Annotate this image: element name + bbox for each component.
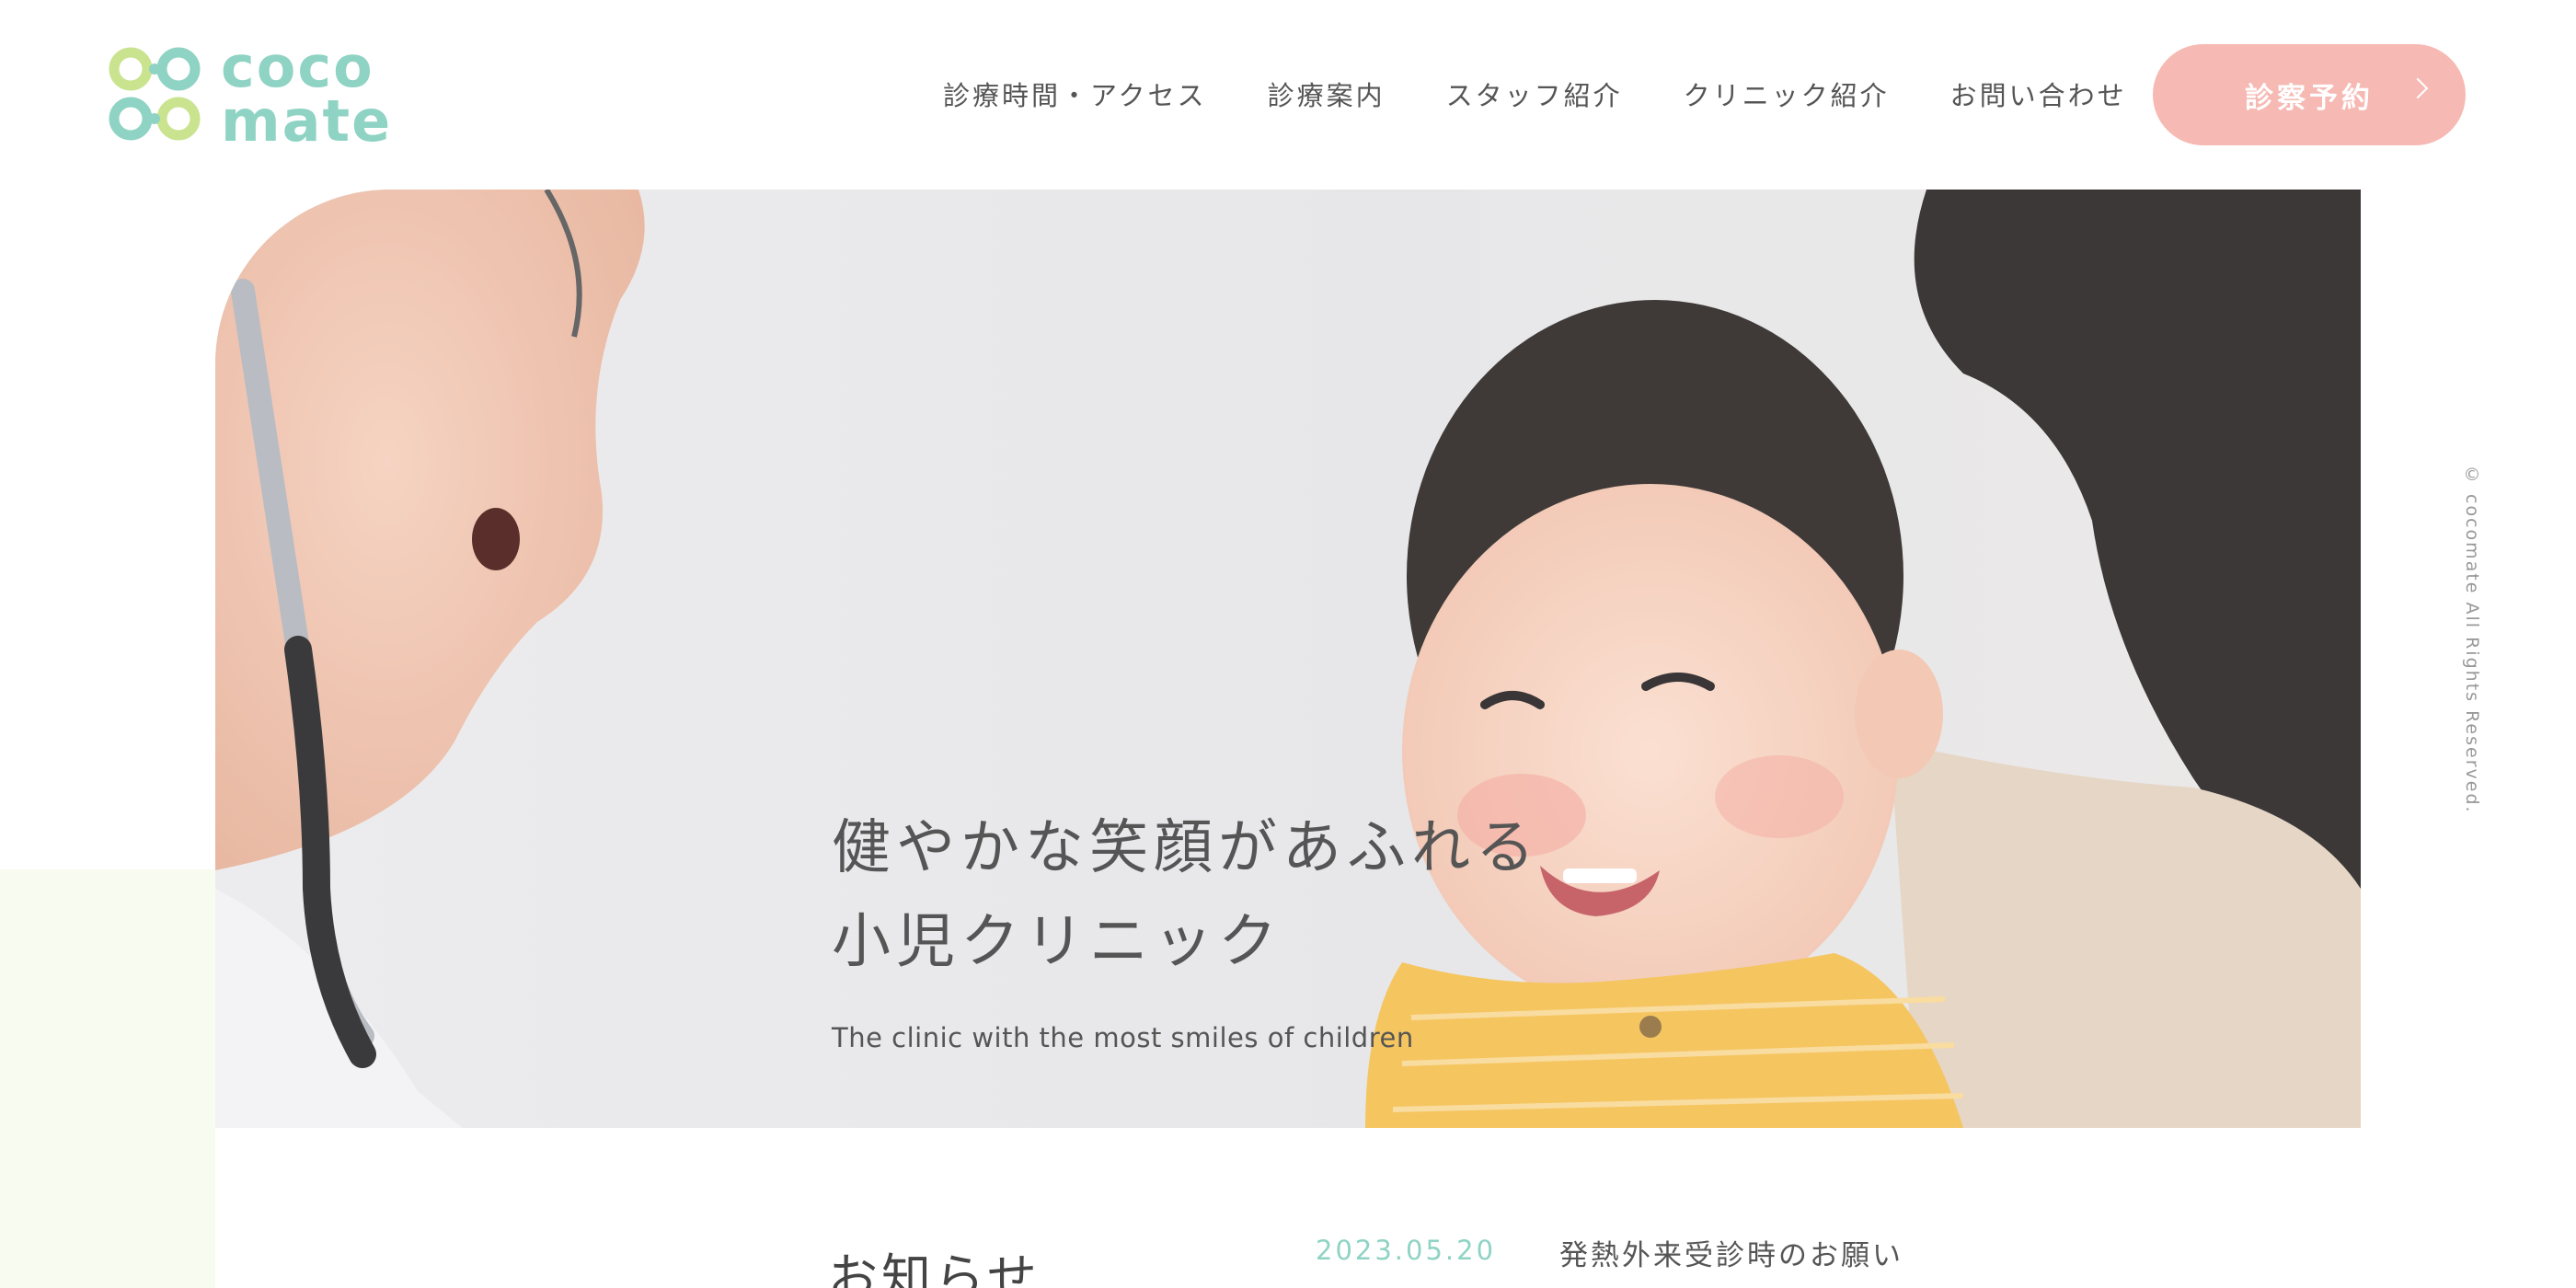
nav-contact[interactable]: お問い合わせ [1950, 75, 2127, 116]
hero-title: 健やかな笑顔があふれる 小児クリニック [832, 801, 1540, 989]
main-nav: 診療時間・アクセス 診療案内 スタッフ紹介 クリニック紹介 お問い合わせ [943, 75, 2127, 116]
logo-wordmark: coco mate [221, 39, 393, 155]
logo-word-bottom: mate [221, 87, 393, 155]
nav-hours-access[interactable]: 診療時間・アクセス [943, 75, 1207, 116]
hero-title-line1: 健やかな笑顔があふれる [832, 814, 1540, 882]
nav-staff[interactable]: スタッフ紹介 [1446, 75, 1623, 116]
nav-clinic[interactable]: クリニック紹介 [1684, 75, 1890, 116]
hero-section: 健やかな笑顔があふれる 小児クリニック The clinic with the … [215, 190, 2361, 1288]
site-logo[interactable]: coco mate [109, 39, 412, 149]
news-heading: お知らせ [828, 1248, 1041, 1288]
page: coco mate 診療時間・アクセス 診療案内 スタッフ紹介 クリニック紹介 … [0, 0, 2576, 1288]
chevron-right-icon [2407, 77, 2429, 99]
hero-title-line2: 小児クリニック [832, 908, 1282, 976]
logo-rings-icon [109, 45, 208, 144]
nav-services[interactable]: 診療案内 [1268, 75, 1386, 116]
copyright-text: © cocomate All Rights Reserved. [2462, 465, 2482, 814]
news-item-date: 2023.05.20 [1316, 1235, 1497, 1266]
reserve-button-label: 診察予約 [2245, 81, 2374, 115]
news-item-link[interactable]: 発熱外来受診時のお願い [1559, 1232, 1903, 1273]
reserve-button[interactable]: 診察予約 [2153, 44, 2466, 145]
background-tint [0, 869, 221, 1288]
hero-subtitle: The clinic with the most smiles of child… [832, 1022, 1414, 1053]
hero-photo [215, 190, 2361, 1288]
news-card: お知らせ 2023.05.20 発熱外来受診時のお願い [695, 1128, 2360, 1288]
